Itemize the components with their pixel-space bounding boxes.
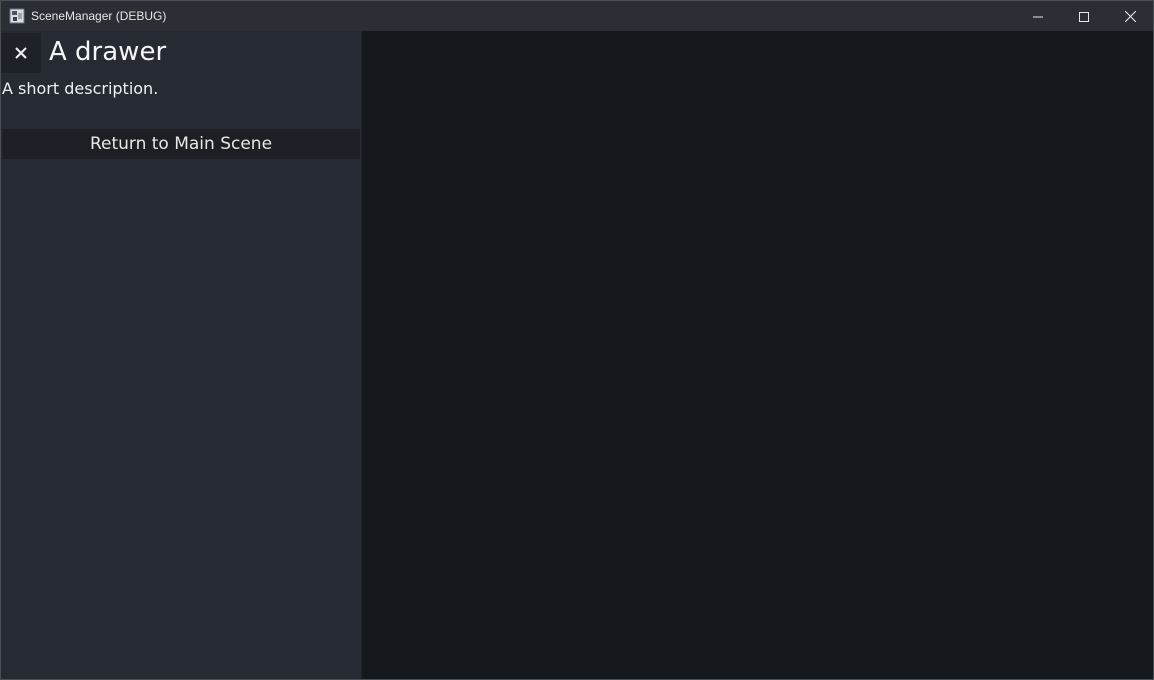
title-bar[interactable]: SceneManager (DEBUG) — [1, 1, 1153, 31]
window-controls — [1015, 1, 1153, 31]
maximize-icon — [1079, 7, 1089, 26]
drawer-header: A drawer — [1, 31, 361, 73]
close-icon — [15, 44, 27, 63]
close-icon — [1124, 7, 1136, 26]
minimize-button[interactable] — [1015, 1, 1061, 31]
maximize-button[interactable] — [1061, 1, 1107, 31]
minimize-icon — [1033, 7, 1043, 26]
scene-view — [362, 31, 1153, 679]
window-title: SceneManager (DEBUG) — [31, 9, 167, 23]
app-icon — [9, 8, 25, 24]
drawer-close-button[interactable] — [1, 33, 41, 73]
app-window: SceneManager (DEBUG) A drawer A short de… — [0, 0, 1154, 680]
drawer-description: A short description. — [2, 79, 159, 98]
return-to-main-scene-button[interactable]: Return to Main Scene — [2, 129, 360, 159]
window-close-button[interactable] — [1107, 1, 1153, 31]
drawer-panel: A drawer A short description. Return to … — [1, 31, 362, 679]
client-area: A drawer A short description. Return to … — [1, 31, 1153, 679]
drawer-title: A drawer — [49, 37, 167, 67]
